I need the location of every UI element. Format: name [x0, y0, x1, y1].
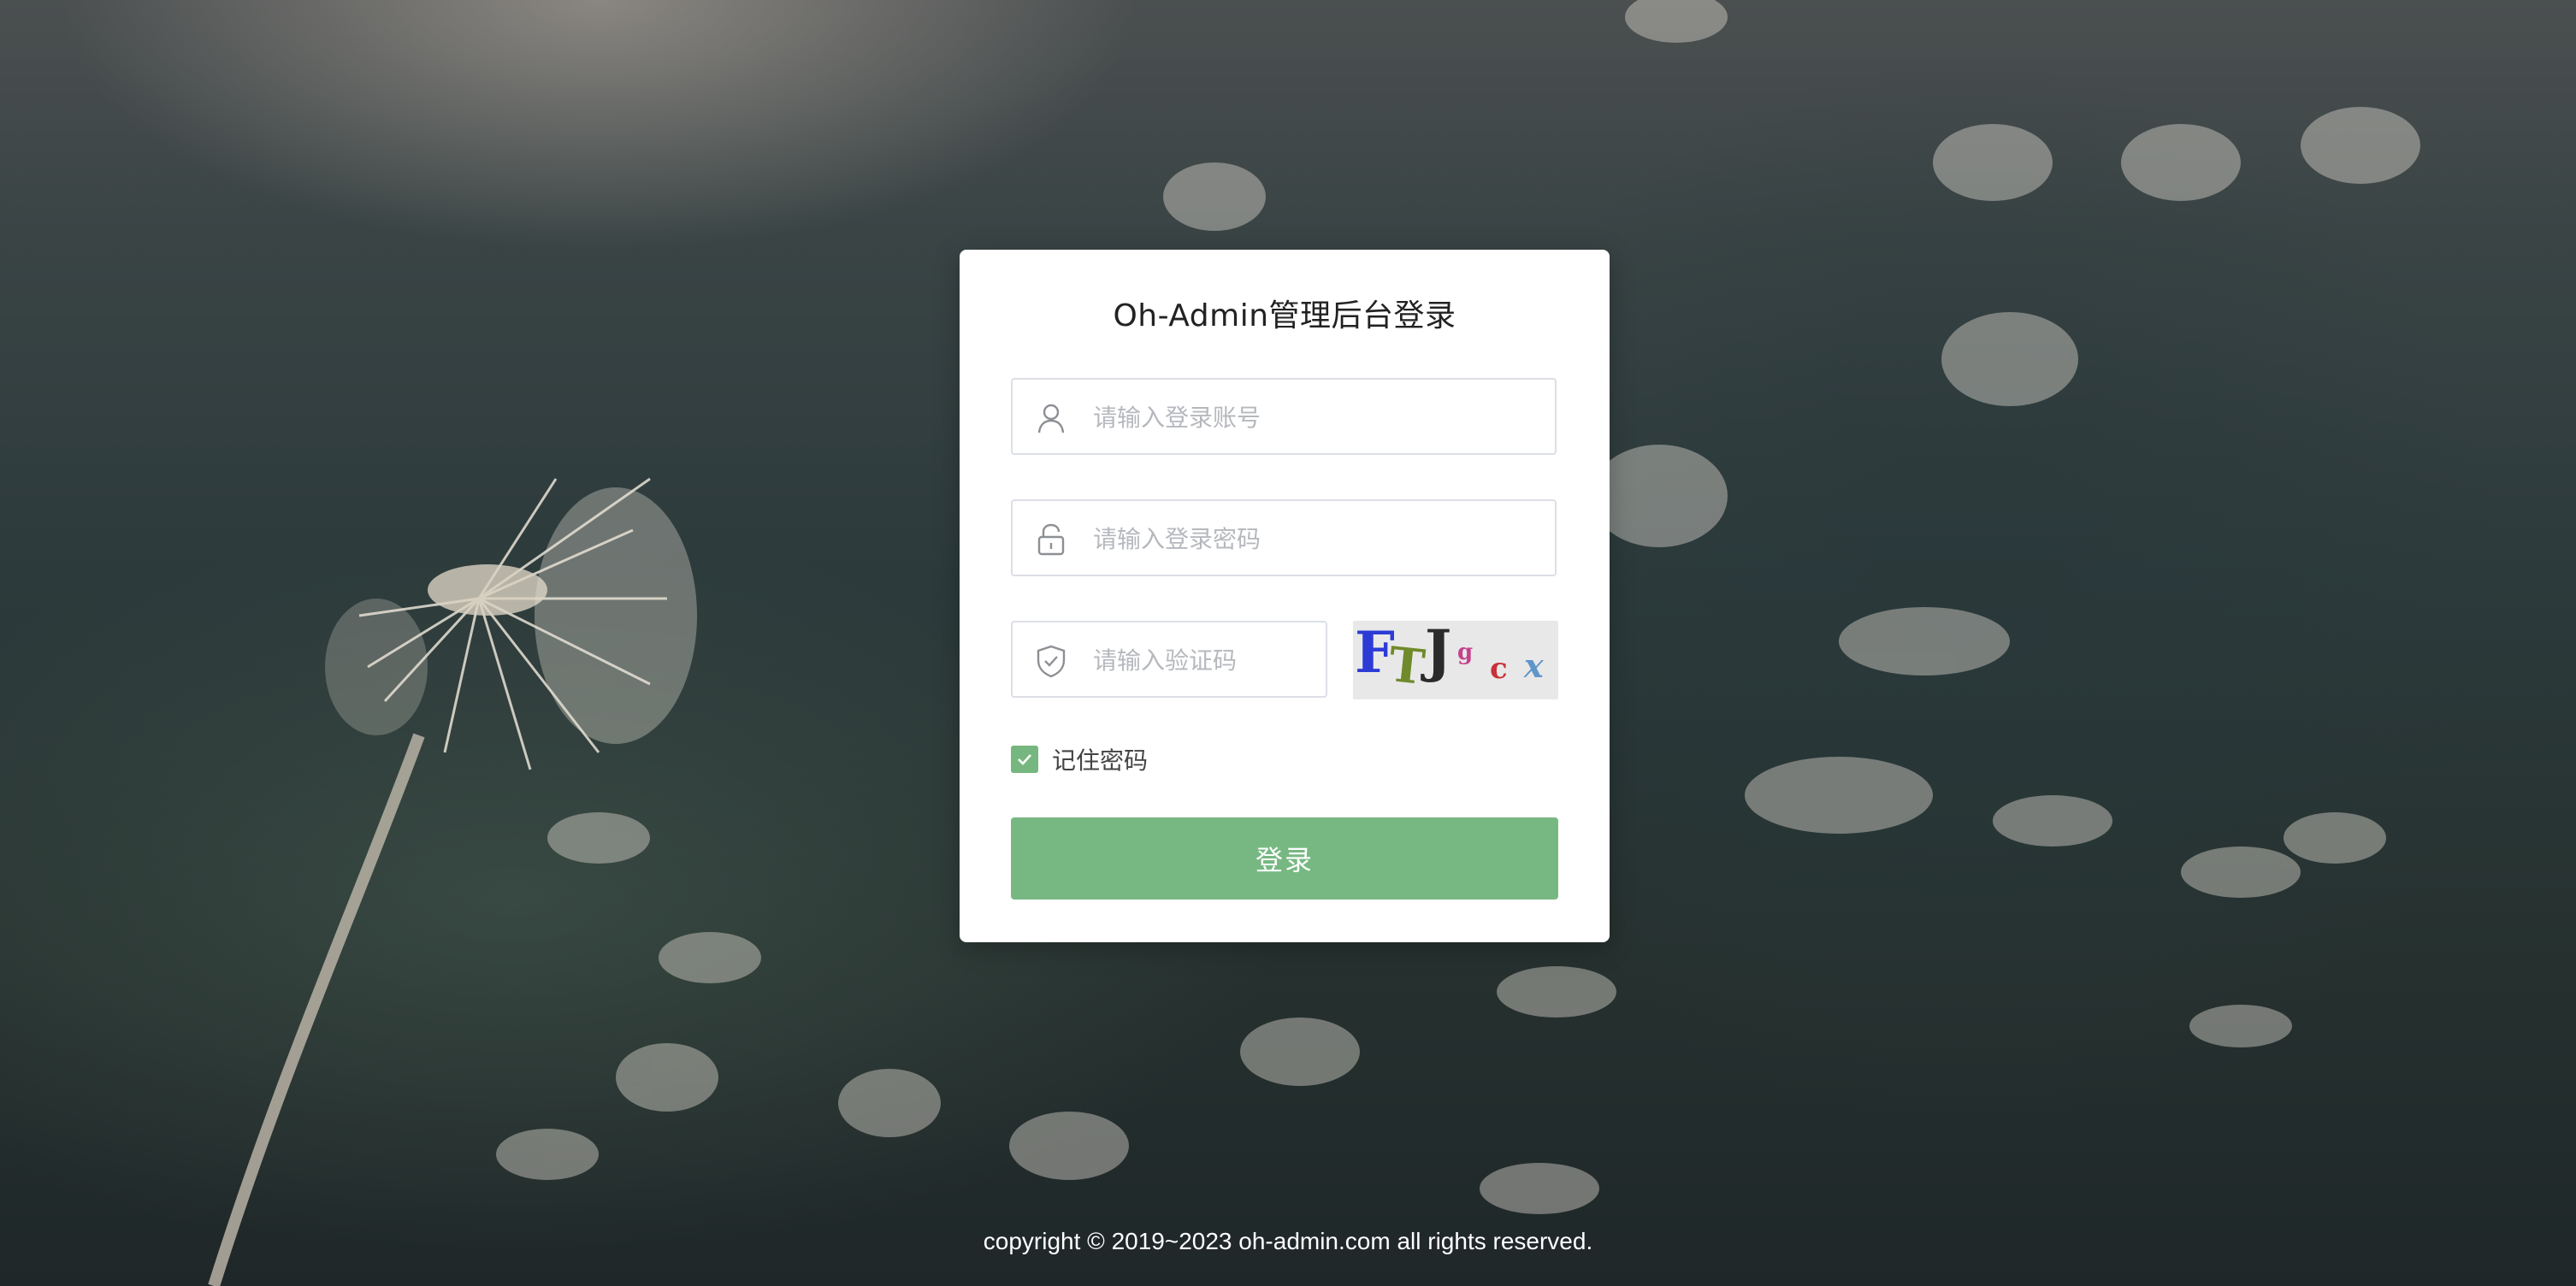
- captcha-image[interactable]: F T J g c x: [1353, 621, 1558, 699]
- password-input[interactable]: [1091, 501, 1539, 576]
- copyright-text: copyright © 2019~2023 oh-admin.com all r…: [983, 1228, 1593, 1254]
- remember-password[interactable]: 记住密码: [1011, 742, 1148, 776]
- remember-checkbox[interactable]: [1011, 746, 1038, 773]
- username-input[interactable]: [1091, 380, 1539, 455]
- user-icon: [1033, 400, 1069, 436]
- captcha-field[interactable]: [1011, 621, 1327, 698]
- captcha-char: x: [1524, 646, 1544, 685]
- captcha-char: J: [1425, 621, 1452, 684]
- shield-check-icon: [1033, 643, 1069, 679]
- remember-label: 记住密码: [1052, 746, 1149, 775]
- unlock-icon: [1033, 522, 1069, 557]
- captcha-input[interactable]: [1091, 622, 1317, 698]
- captcha-char: g: [1457, 640, 1474, 665]
- captcha-char: T: [1385, 636, 1428, 696]
- login-button[interactable]: 登录: [1011, 817, 1558, 900]
- captcha-char: c: [1490, 652, 1508, 686]
- password-field[interactable]: [1011, 499, 1557, 576]
- check-icon: [1018, 754, 1031, 765]
- username-field[interactable]: [1011, 378, 1557, 455]
- login-card: Oh-Admin管理后台登录 F: [960, 250, 1610, 942]
- login-title: Oh-Admin管理后台登录: [1113, 298, 1456, 333]
